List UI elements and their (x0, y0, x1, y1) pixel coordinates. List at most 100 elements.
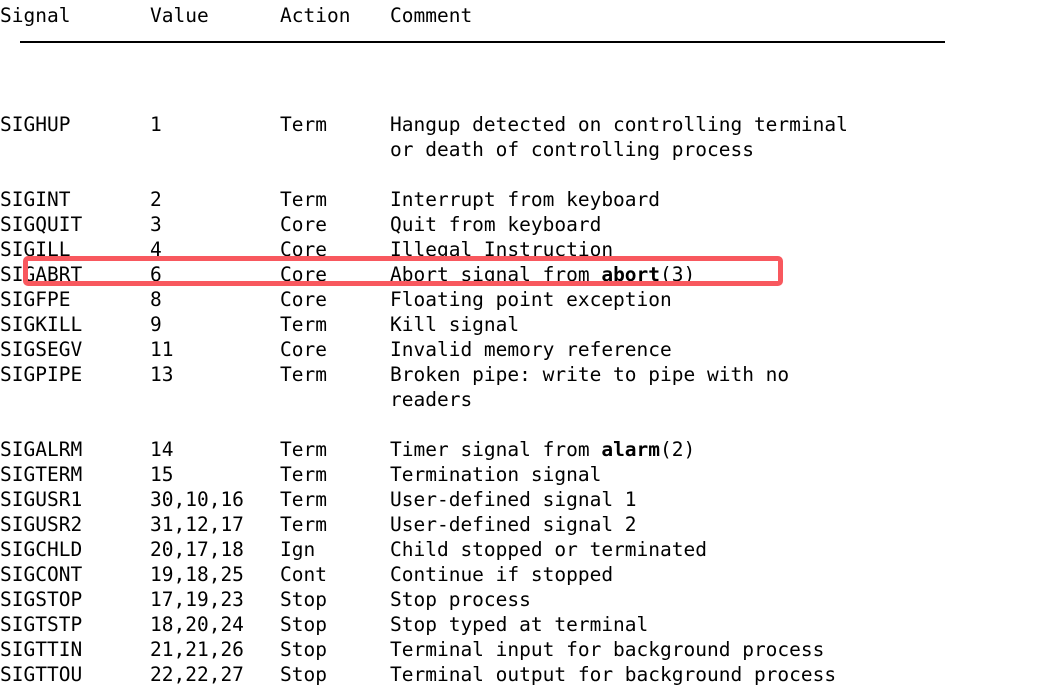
cell-signal-name: SIGFPE (0, 288, 71, 311)
cell-empty (0, 137, 150, 162)
column-header-comment: Comment (390, 4, 473, 27)
cell-signal-value: 19,18,25 (150, 563, 244, 586)
cell-signal-name: SIGPIPE (0, 363, 83, 386)
cell-action: Stop (280, 588, 327, 611)
cell-comment: Floating point exception (390, 288, 672, 311)
cell-signal-value: 9 (150, 313, 162, 336)
cell-action: Core (280, 263, 327, 286)
table-row: SIGILL 4 Core Illegal Instruction (0, 237, 1064, 262)
cell-signal-value: 3 (150, 213, 162, 236)
cell-signal-value: 1 (150, 113, 162, 136)
header-divider-line (20, 41, 945, 43)
cell-comment: User-defined signal 1 (390, 488, 637, 511)
table-header-row: Signal Value Action Comment (0, 0, 1064, 37)
cell-action: Core (280, 288, 327, 311)
cell-action: Term (280, 463, 327, 486)
cell-action: Term (280, 438, 327, 461)
cell-comment: Timer signal from alarm(2) (390, 438, 696, 461)
cell-signal-value: 17,19,23 (150, 588, 244, 611)
cell-comment: Illegal Instruction (390, 238, 614, 261)
page-root: Signal Value Action Comment SIGHUP 1 Term H… (0, 0, 1064, 686)
table-row: SIGSTOP 17,19,23 Stop Stop process (0, 587, 1064, 612)
cell-action: Term (280, 188, 327, 211)
table-row: SIGCONT 19,18,25 Cont Continue if stopped (0, 562, 1064, 587)
table-row: SIGCHLD 20,17,18 Ign Child stopped or termi… (0, 537, 1064, 562)
table-row: SIGINT 2 Term Interrupt from keyboard (0, 187, 1064, 212)
cell-signal-value: 4 (150, 238, 162, 261)
cell-signal-name: SIGILL (0, 238, 71, 261)
cell-signal-name: SIGALRM (0, 438, 83, 461)
table-row: SIGQUIT 3 Core Quit from keyboard (0, 212, 1064, 237)
cell-signal-value: 14 (150, 438, 174, 461)
table-spacer-row (0, 162, 1064, 187)
cell-comment: Invalid memory reference (390, 338, 672, 361)
table-row: SIGTERM 15 Term Termination signal (0, 462, 1064, 487)
header-divider-row (0, 37, 1064, 112)
cell-signal-value: 30,10,16 (150, 488, 244, 511)
column-header-signal: Signal (0, 4, 71, 27)
cell-empty (280, 137, 390, 162)
cell-signal-name: SIGUSR1 (0, 488, 83, 511)
cell-signal-name: SIGQUIT (0, 213, 83, 236)
cell-signal-name: SIGCONT (0, 563, 83, 586)
cell-signal-value: 8 (150, 288, 162, 311)
cell-comment: Hangup detected on controlling terminal (390, 113, 848, 136)
table-row: SIGHUP 1 Term Hangup detected on controllin… (0, 112, 1064, 137)
cell-signal-value: 18,20,24 (150, 613, 244, 636)
cell-signal-name: SIGSEGV (0, 338, 83, 361)
cell-comment: Interrupt from keyboard (390, 188, 661, 211)
cell-comment: Kill signal (390, 313, 520, 336)
table-row: SIGUSR2 31,12,17 Term User-defined signal 2 (0, 512, 1064, 537)
cell-signal-value: 15 (150, 463, 174, 486)
table-row: SIGTSTP 18,20,24 Stop Stop typed at termina… (0, 612, 1064, 637)
cell-empty (150, 137, 280, 162)
table-row: SIGTTIN 21,21,26 Stop Terminal input for ba… (0, 637, 1064, 662)
cell-signal-name: SIGHUP (0, 113, 71, 136)
cell-action: Core (280, 238, 327, 261)
comment-function-name: alarm (601, 438, 661, 461)
cell-signal-value: 21,21,26 (150, 638, 244, 661)
cell-comment: Abort signal from abort(3) (390, 263, 696, 286)
cell-signal-name: SIGTTIN (0, 638, 83, 661)
cell-action: Stop (280, 638, 327, 661)
cell-action: Term (280, 363, 327, 386)
cell-action: Cont (280, 563, 327, 586)
cell-signal-name: SIGABRT (0, 263, 83, 286)
cell-signal-name: SIGTSTP (0, 613, 83, 636)
table-row: SIGTTOU 22,22,27 Stop Terminal output for b… (0, 662, 1064, 687)
cell-signal-value: 31,12,17 (150, 513, 244, 536)
cell-signal-name: SIGSTOP (0, 588, 83, 611)
table-row: SIGABRT 6 Core Abort signal from abort(3) (0, 262, 1064, 287)
cell-action: Term (280, 113, 327, 136)
cell-action: Term (280, 313, 327, 336)
cell-signal-name: SIGCHLD (0, 538, 83, 561)
cell-action: Ign (280, 538, 316, 561)
table-row-continuation: readers (0, 387, 1064, 412)
cell-comment: Broken pipe: write to pipe with no (390, 363, 790, 386)
header-divider-cell (0, 37, 1064, 112)
cell-comment: Continue if stopped (390, 563, 614, 586)
table-row-continuation: or death of controlling process (0, 137, 1064, 162)
cell-empty (0, 387, 150, 412)
cell-signal-value: 22,22,27 (150, 663, 244, 686)
table-spacer-cell (0, 162, 1064, 187)
cell-comment: Stop process (390, 588, 531, 611)
cell-signal-value: 11 (150, 338, 174, 361)
cell-action: Term (280, 488, 327, 511)
table-row: SIGPIPE 13 Term Broken pipe: write to pipe … (0, 362, 1064, 387)
cell-signal-value: 6 (150, 263, 162, 286)
comment-function-name: abort (601, 263, 661, 286)
cell-action: Core (280, 213, 327, 236)
table-row: SIGFPE 8 Core Floating point exception (0, 287, 1064, 312)
cell-comment: or death of controlling process (390, 138, 754, 161)
cell-signal-value: 20,17,18 (150, 538, 244, 561)
cell-signal-name: SIGUSR2 (0, 513, 83, 536)
table-row: SIGUSR1 30,10,16 Term User-defined signal 1 (0, 487, 1064, 512)
cell-signal-name: SIGTTOU (0, 663, 83, 686)
cell-comment: Quit from keyboard (390, 213, 602, 236)
cell-action: Stop (280, 663, 327, 686)
table-spacer-row (0, 412, 1064, 437)
cell-comment: User-defined signal 2 (390, 513, 637, 536)
table-spacer-cell (0, 412, 1064, 437)
cell-comment: Child stopped or terminated (390, 538, 707, 561)
